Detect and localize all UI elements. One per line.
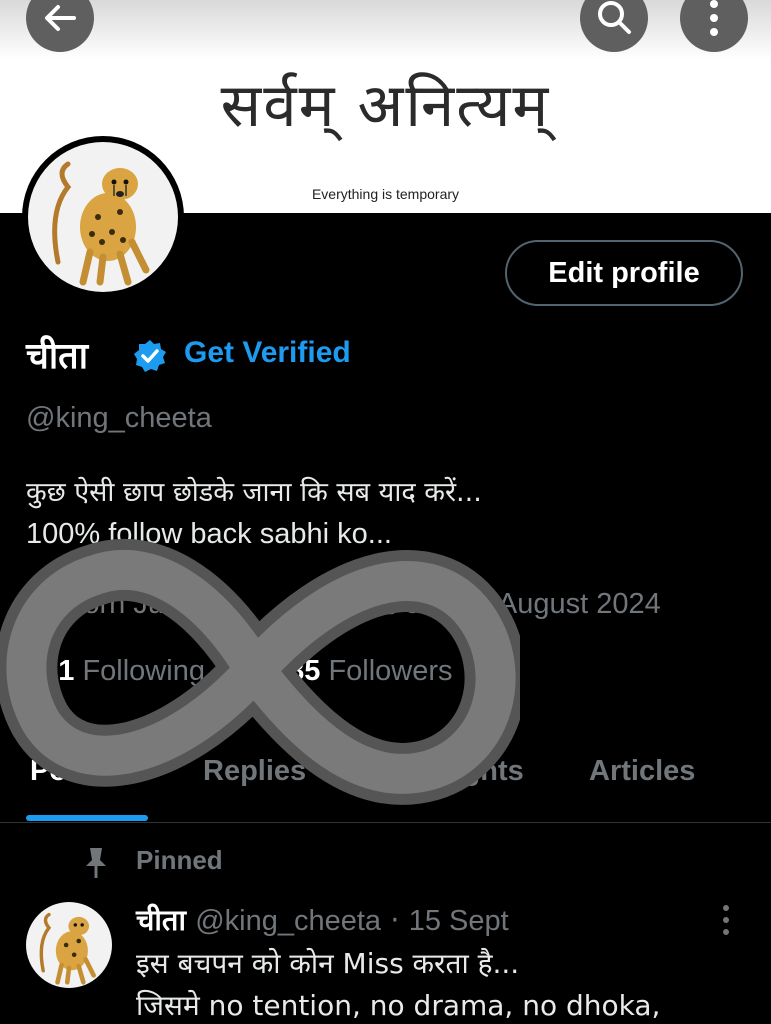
followers-stat[interactable]: 385 Followers <box>272 655 453 688</box>
more-vertical-icon <box>710 0 718 36</box>
balloon-icon <box>32 587 52 615</box>
pin-icon <box>86 848 106 878</box>
profile-handle: @king_cheeta <box>26 402 212 434</box>
followers-count: 385 <box>272 655 321 687</box>
active-tab-indicator <box>26 815 148 821</box>
joined-info: Joined August 2024 <box>370 588 661 621</box>
banner-top-shade <box>0 0 771 60</box>
post-author-avatar[interactable] <box>26 902 112 988</box>
post-separator: · <box>390 903 400 937</box>
following-stat[interactable]: 401 Following <box>26 655 205 688</box>
born-text: Born July <box>64 588 185 620</box>
post-date[interactable]: 15 Sept <box>409 905 509 937</box>
post-author-name[interactable]: चीता <box>136 903 186 937</box>
verified-badge-icon <box>134 340 166 372</box>
bio-line-2: 100% follow back sabhi ko... <box>26 518 392 550</box>
tab-divider <box>0 822 771 823</box>
profile-avatar[interactable] <box>22 136 184 298</box>
calendar-icon <box>370 592 396 615</box>
tab-posts[interactable]: Posts <box>30 755 109 788</box>
banner-title: सर्वम् अनित्यम् <box>220 71 551 141</box>
tab-articles[interactable]: Articles <box>589 755 695 788</box>
tab-replies[interactable]: Replies <box>203 755 306 788</box>
post-text-line-1: इस बचपन को कोन Miss करता है... <box>136 947 520 980</box>
following-count: 401 <box>26 655 75 687</box>
tab-highlights[interactable]: Highlights <box>382 755 524 788</box>
arrow-left-icon <box>45 5 76 31</box>
post-header: चीता @king_cheeta · 15 Sept <box>136 900 509 939</box>
born-info: Born July <box>30 587 185 621</box>
bio-line-1: कुछ ऐसी छाप छोडके जाना कि सब याद करें... <box>26 477 482 508</box>
profile-name: चीता <box>26 336 89 377</box>
edit-profile-button[interactable]: Edit profile <box>505 240 743 306</box>
following-label: Following <box>82 655 205 687</box>
post-author-handle[interactable]: @king_cheeta <box>195 905 381 937</box>
post-more-icon[interactable] <box>720 904 732 936</box>
cheetah-image <box>28 142 178 292</box>
get-verified-link[interactable]: Get Verified <box>184 336 351 370</box>
pinned-label: Pinned <box>136 845 223 875</box>
post-text-line-2: जिसमे no tention, no drama, no dhoka, <box>136 989 661 1022</box>
followers-label: Followers <box>328 655 453 687</box>
search-icon <box>598 1 631 34</box>
joined-text: Joined August 2024 <box>406 588 661 620</box>
